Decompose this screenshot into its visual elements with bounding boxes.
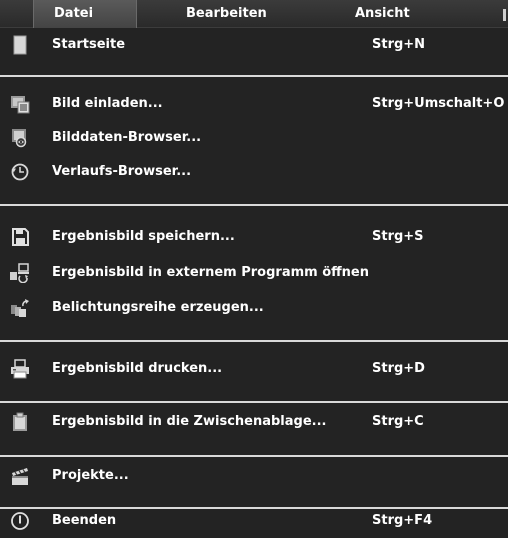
open-image-icon: [11, 96, 30, 114]
menu-item-shortcut: Strg+F4: [372, 513, 433, 528]
file-menu-dropdown: Startseite Strg+N Bild einladen... Strg+…: [0, 28, 508, 538]
menu-item-externes-programm[interactable]: Ergebnisbild in externem Programm öffnen: [0, 256, 508, 290]
menu-next-truncated[interactable]: [503, 9, 506, 21]
menu-item-label: Ergebnisbild in die Zwischenablage...: [52, 414, 327, 429]
printer-icon: [11, 359, 29, 379]
menu-item-shortcut: Strg+D: [372, 361, 425, 376]
menu-item-belichtungsreihe[interactable]: Belichtungsreihe erzeugen...: [0, 291, 508, 325]
menu-item-bilddaten-browser[interactable]: Bilddaten-Browser...: [0, 121, 508, 155]
menu-separator: [0, 455, 508, 457]
menu-item-label: Belichtungsreihe erzeugen...: [52, 300, 264, 315]
menu-ansicht[interactable]: Ansicht: [355, 0, 435, 28]
menu-separator: [0, 75, 508, 77]
clipboard-icon: [13, 412, 27, 431]
menu-separator: [0, 204, 508, 206]
menu-datei[interactable]: Datei: [33, 0, 137, 28]
menu-item-drucken[interactable]: Ergebnisbild drucken... Strg+D: [0, 352, 508, 386]
menu-item-label: Verlaufs-Browser...: [52, 164, 192, 179]
bracketing-icon: [11, 299, 29, 317]
menu-separator: [0, 401, 508, 403]
menu-item-shortcut: Strg+N: [372, 37, 426, 52]
menu-item-beenden[interactable]: Beenden Strg+F4: [0, 504, 508, 538]
page-icon: [13, 35, 27, 55]
history-icon: [11, 163, 29, 181]
power-icon: [11, 512, 29, 530]
menu-item-label: Beenden: [52, 513, 117, 528]
menu-bearbeiten[interactable]: Bearbeiten: [186, 0, 286, 28]
menu-item-projekte[interactable]: Projekte...: [0, 459, 508, 493]
menu-item-label: Startseite: [52, 37, 126, 52]
menu-item-shortcut: Strg+S: [372, 229, 424, 244]
menu-item-speichern[interactable]: Ergebnisbild speichern... Strg+S: [0, 220, 508, 254]
save-icon: [12, 228, 29, 246]
menu-item-label: Bild einladen...: [52, 96, 163, 111]
menu-bar: Datei Bearbeiten Ansicht: [0, 0, 508, 28]
menu-item-verlaufs-browser[interactable]: Verlaufs-Browser...: [0, 155, 508, 189]
menu-item-bild-einladen[interactable]: Bild einladen... Strg+Umschalt+O: [0, 87, 508, 121]
menu-separator: [0, 340, 508, 342]
menu-item-label: Ergebnisbild drucken...: [52, 361, 223, 376]
clapperboard-icon: [12, 468, 28, 485]
menu-item-label: Ergebnisbild in externem Programm öffnen: [52, 265, 370, 280]
menu-item-shortcut: Strg+Umschalt+O: [372, 96, 505, 111]
menu-item-label: Bilddaten-Browser...: [52, 130, 202, 145]
image-browser-icon: [12, 129, 27, 148]
external-program-icon: [10, 263, 29, 283]
menu-item-label: Projekte...: [52, 468, 129, 483]
menu-item-startseite[interactable]: Startseite Strg+N: [0, 28, 508, 62]
menu-item-zwischenablage[interactable]: Ergebnisbild in die Zwischenablage... St…: [0, 405, 508, 439]
menu-item-shortcut: Strg+C: [372, 414, 424, 429]
menu-item-label: Ergebnisbild speichern...: [52, 229, 235, 244]
